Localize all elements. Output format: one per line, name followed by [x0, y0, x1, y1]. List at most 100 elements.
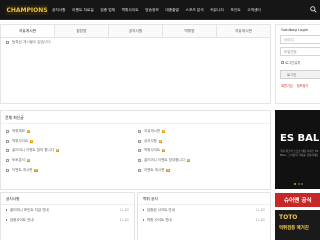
- tab-free-board-2[interactable]: 자유게시판: [217, 25, 270, 37]
- nav-item-points[interactable]: 포인트: [230, 8, 240, 13]
- list-item-title[interactable]: 공지사항: [144, 139, 157, 144]
- list-item-date: 11-02: [255, 218, 265, 222]
- nav-item-community[interactable]: 커뮤니티: [210, 8, 224, 13]
- notice-panel-title: 공지사항: [1, 193, 134, 205]
- recent-posts-panel: 전체 최신글 먹튀제보 N 먹튀사이트 N 골드머니 이벤트 참여 합니다 N 토토분…: [0, 110, 271, 190]
- nav-item-broadcast[interactable]: 방송정보: [145, 8, 159, 13]
- notice-panel: 공지사항 골드머니 포인트 지급 안내 11-02 검증사이트 안내 11-02: [0, 192, 135, 240]
- banner-text: 국내 최고의 스포츠 베팅 사이트 ES BALL 그 이상의 가치를 경험하세…: [280, 150, 319, 157]
- bullet-icon: [6, 209, 8, 211]
- sureman-ad-banner[interactable]: 슈어맨 공식: [275, 193, 320, 207]
- checkbox-icon: [138, 168, 141, 172]
- list-item[interactable]: 이벤트 게시판 N: [138, 165, 270, 175]
- nav-item-verified[interactable]: 검증 업체: [100, 8, 115, 13]
- list-item[interactable]: 먹튀 사이트 안내 11-02: [138, 215, 270, 225]
- recent-right-column: 자유게시판 N 공지사항 N 먹튀사이트 N 골드머니 이벤트 참여합니다 N 이벤트 …: [138, 127, 270, 175]
- banner-head: [275, 110, 320, 114]
- password-input[interactable]: 비밀번호: [280, 47, 320, 56]
- list-item[interactable]: 토토분석 N: [6, 156, 138, 166]
- nav-item-start[interactable]: 대충출발: [165, 8, 179, 13]
- list-item-title[interactable]: 먹튀 사이트 안내: [147, 218, 256, 223]
- list-item-date: 11-02: [255, 208, 265, 212]
- banner-dot-icon[interactable]: [297, 183, 300, 185]
- login-links: 회원가입 정보찾기: [281, 83, 320, 88]
- checkbox-icon: [6, 40, 9, 44]
- tab-chat[interactable]: 잡담방: [55, 25, 109, 37]
- list-item[interactable]: 이벤트 게시판 N: [6, 165, 138, 175]
- recent-posts-title: 전체 최신글: [1, 111, 270, 124]
- nav-item-scam-sites[interactable]: 먹튀사이트: [122, 8, 139, 13]
- list-item-date: 11-02: [119, 218, 129, 222]
- bullet-icon: [6, 219, 8, 221]
- list-item-title[interactable]: 자유게시판: [144, 129, 160, 134]
- new-badge: N: [166, 168, 170, 172]
- nav-item-support[interactable]: 고객센터: [247, 8, 261, 13]
- checkbox-icon: [138, 130, 141, 134]
- list-item[interactable]: 먹튀사이트 N: [6, 137, 138, 147]
- checkbox-icon: [138, 159, 141, 163]
- checkbox-icon: [138, 149, 141, 153]
- search-icon[interactable]: [310, 6, 317, 13]
- tab-scam[interactable]: 먹튀방: [163, 25, 217, 37]
- list-item-title[interactable]: 먹튀제보: [12, 129, 25, 134]
- board-empty-message: 등록된 게시물이 없습니다.: [12, 40, 52, 44]
- new-badge: N: [30, 139, 34, 143]
- list-item[interactable]: 골드머니 포인트 지급 안내 11-02: [1, 205, 134, 215]
- list-item-title[interactable]: 골드머니 포인트 지급 안내: [10, 208, 120, 213]
- login-panel: Goldbag Login 아이디 비밀번호 로그인유지 로그인 회원가입 정보…: [275, 24, 320, 104]
- remember-checkbox[interactable]: [281, 61, 284, 64]
- list-item[interactable]: 자유게시판 N: [138, 127, 270, 137]
- ad-title: TOTO: [279, 214, 298, 221]
- checkbox-icon: [6, 139, 9, 143]
- list-item-title[interactable]: 골드머니 이벤트 참여합니다: [144, 158, 185, 163]
- list-item[interactable]: 검증사이트 안내 11-02: [1, 215, 134, 225]
- scam-notice-panel: 먹튀 공지 검증된 사이트 안내 11-02 먹튀 사이트 안내 11-02: [137, 192, 271, 240]
- list-item[interactable]: 공지사항 N: [138, 137, 270, 147]
- checkbox-icon: [6, 130, 9, 134]
- list-item-title[interactable]: 먹튀사이트: [12, 139, 28, 144]
- username-input[interactable]: 아이디: [280, 35, 320, 44]
- tab-free-board[interactable]: 자유게시판: [1, 25, 55, 37]
- login-title: Goldbag Login: [281, 27, 309, 32]
- board-empty-row: 등록된 게시물이 없습니다.: [1, 38, 270, 46]
- list-item-title[interactable]: 토토분석: [12, 158, 25, 163]
- list-item-title[interactable]: 골드머니 이벤트 참여 합니다: [12, 148, 54, 153]
- bullet-icon: [143, 209, 145, 211]
- list-item-date: 11-02: [119, 208, 129, 212]
- banner-dot-icon[interactable]: [294, 183, 296, 185]
- list-item[interactable]: 골드머니 이벤트 참여합니다 N: [138, 156, 270, 166]
- new-badge: N: [162, 130, 166, 134]
- site-logo[interactable]: CHAMPIONS: [6, 5, 48, 15]
- nav-item-events[interactable]: 이벤트 자료실: [72, 8, 94, 13]
- tab-notice[interactable]: 공지사항: [109, 25, 163, 37]
- new-badge: N: [34, 168, 38, 172]
- es-ball-banner[interactable]: ES BALL 국내 최고의 스포츠 베팅 사이트 ES BALL 그 이상의 …: [275, 110, 320, 189]
- nav-item-notice[interactable]: 공지사항: [52, 8, 66, 13]
- list-item[interactable]: 먹튀제보 N: [6, 127, 138, 137]
- login-button[interactable]: 로그인: [280, 70, 320, 79]
- signup-link[interactable]: 회원가입: [281, 83, 293, 88]
- nav-item-analysis[interactable]: 스포츠 분석: [186, 8, 204, 13]
- list-item-title[interactable]: 검증된 사이트 안내: [147, 208, 256, 213]
- remember-login[interactable]: 로그인유지: [281, 60, 320, 65]
- banner-dot-icon[interactable]: [301, 183, 303, 185]
- list-item-title[interactable]: 이벤트 게시판: [144, 168, 164, 173]
- bullet-icon: [143, 219, 145, 221]
- checkbox-icon: [138, 139, 141, 143]
- banner-title: ES BALL: [280, 133, 320, 144]
- remember-label: 로그인유지: [285, 61, 301, 65]
- find-account-link[interactable]: 정보찾기: [297, 83, 309, 88]
- list-item[interactable]: 검증된 사이트 안내 11-02: [138, 205, 270, 215]
- toto-ad-banner[interactable]: TOTO 먹튀검증 매거진: [275, 210, 320, 240]
- new-badge: N: [55, 149, 60, 153]
- list-item-title[interactable]: 먹튀사이트: [144, 148, 160, 153]
- list-item[interactable]: 골드머니 이벤트 참여 합니다 N: [6, 146, 138, 156]
- new-badge: N: [162, 149, 166, 153]
- list-item[interactable]: 먹튀사이트 N: [138, 146, 270, 156]
- checkbox-icon: [6, 168, 9, 172]
- logo-text: CHAMPIONS: [6, 7, 47, 14]
- list-item-title[interactable]: 이벤트 게시판: [12, 168, 32, 173]
- new-badge: N: [158, 139, 162, 143]
- list-item-title[interactable]: 검증사이트 안내: [10, 218, 120, 223]
- main-nav: 공지사항 이벤트 자료실 검증 업체 먹튀사이트 방송정보 대충출발 스포츠 분…: [52, 0, 267, 20]
